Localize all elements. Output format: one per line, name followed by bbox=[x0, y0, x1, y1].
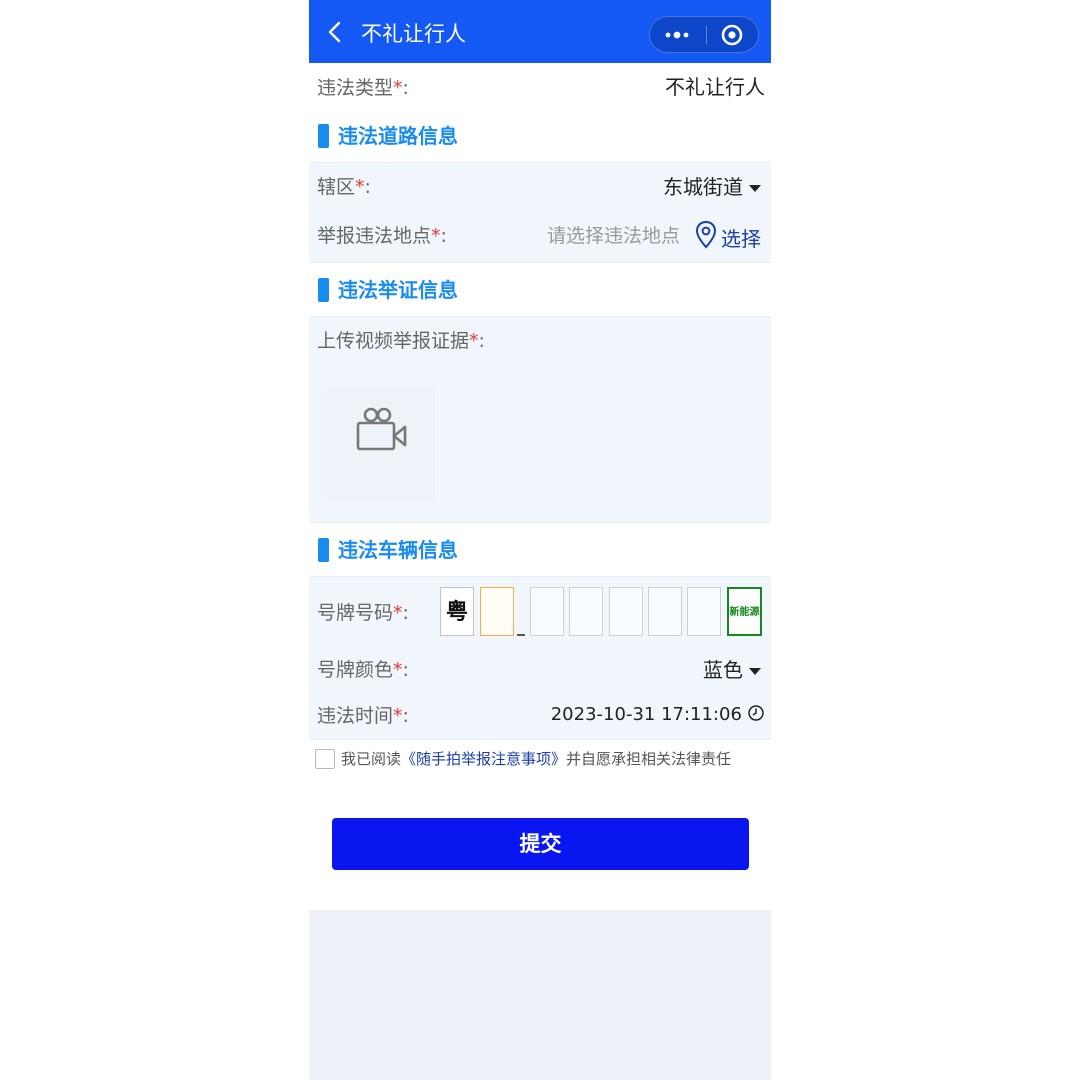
violation-type-row: 违法类型*: 不礼让行人 bbox=[309, 70, 771, 106]
district-select[interactable]: 东城街道 bbox=[663, 175, 761, 199]
agreement-text: 我已阅读《随手拍举报注意事项》并自愿承担相关法律责任 bbox=[341, 750, 732, 768]
agreement-row: 我已阅读《随手拍举报注意事项》并自愿承担相关法律责任 bbox=[315, 748, 771, 772]
back-button[interactable] bbox=[323, 18, 349, 46]
plate-char-input[interactable] bbox=[530, 587, 564, 636]
violation-type-label: 违法类型*: bbox=[317, 77, 409, 99]
target-circle-icon bbox=[721, 24, 743, 46]
vehicle-section-title-text: 违法车辆信息 bbox=[338, 538, 458, 562]
plate-color-label: 号牌颜色*: bbox=[317, 659, 409, 681]
plate-province-select[interactable]: 粤 bbox=[440, 587, 474, 636]
video-upload-button[interactable] bbox=[321, 387, 435, 501]
evidence-section-title-text: 违法举证信息 bbox=[338, 278, 458, 302]
section-marker bbox=[318, 124, 329, 148]
violation-time-value: 2023-10-31 17:11:06 bbox=[550, 704, 742, 725]
page-title: 不礼让行人 bbox=[361, 22, 466, 46]
plate-separator bbox=[517, 634, 525, 636]
new-energy-toggle[interactable]: 新能源 bbox=[727, 587, 762, 636]
plate-char-input[interactable] bbox=[687, 587, 721, 636]
chevron-down-icon bbox=[749, 668, 761, 675]
evidence-section-title: 违法举证信息 bbox=[318, 276, 618, 302]
clock-icon bbox=[748, 705, 764, 721]
capsule-divider bbox=[706, 26, 707, 44]
plate-number-label: 号牌号码*: bbox=[317, 602, 409, 624]
chevron-down-icon bbox=[749, 185, 761, 192]
road-info-panel: 辖区*: 东城街道 举报违法地点*: 请选择违法地点 选择 bbox=[309, 162, 771, 263]
district-value: 东城街道 bbox=[663, 175, 743, 199]
agreement-checkbox[interactable] bbox=[315, 749, 335, 769]
section-marker bbox=[318, 278, 329, 302]
district-label: 辖区*: bbox=[317, 176, 371, 198]
plate-char-input[interactable] bbox=[569, 587, 603, 636]
submit-button[interactable]: 提交 bbox=[332, 818, 749, 870]
road-section-title: 违法道路信息 bbox=[318, 122, 618, 148]
vehicle-section-title: 违法车辆信息 bbox=[318, 536, 618, 562]
violation-type-value: 不礼让行人 bbox=[665, 75, 765, 99]
close-button[interactable] bbox=[708, 17, 758, 52]
plate-char-input[interactable] bbox=[480, 587, 514, 636]
plate-color-value: 蓝色 bbox=[703, 658, 743, 682]
mini-program-capsule bbox=[649, 16, 759, 53]
plate-char-input[interactable] bbox=[609, 587, 643, 636]
location-pin-icon[interactable] bbox=[693, 219, 719, 251]
evidence-panel: 上传视频举报证据*: bbox=[309, 316, 771, 523]
road-section-title-text: 违法道路信息 bbox=[338, 124, 458, 148]
plate-color-select[interactable]: 蓝色 bbox=[703, 658, 761, 682]
navigation-bar: 不礼让行人 bbox=[309, 0, 771, 63]
violation-time-label: 违法时间*: bbox=[317, 705, 409, 727]
more-button[interactable] bbox=[650, 17, 704, 52]
select-location-link[interactable]: 选择 bbox=[721, 227, 761, 251]
video-camera-icon bbox=[356, 407, 407, 451]
vehicle-info-panel: 号牌号码*: 粤 新能源 号牌颜色*: 蓝色 违法时间*: 2023-10-31… bbox=[309, 576, 771, 740]
plate-char-input[interactable] bbox=[648, 587, 682, 636]
phone-screen: 不礼让行人 违法类型*: 不礼让行人 违法道路信息 辖区*: 东城街道 举报违法… bbox=[309, 0, 771, 1080]
upload-label: 上传视频举报证据*: bbox=[317, 330, 485, 352]
bottom-blank-area bbox=[309, 910, 771, 1080]
location-label: 举报违法地点*: bbox=[317, 225, 447, 247]
section-marker bbox=[318, 538, 329, 562]
location-placeholder[interactable]: 请选择违法地点 bbox=[547, 224, 680, 248]
violation-time-picker[interactable]: 2023-10-31 17:11:06 bbox=[551, 703, 765, 727]
agreement-link[interactable]: 《随手拍举报注意事项》 bbox=[401, 750, 566, 768]
chevron-left-icon bbox=[328, 21, 341, 43]
more-dots-icon bbox=[665, 31, 689, 39]
